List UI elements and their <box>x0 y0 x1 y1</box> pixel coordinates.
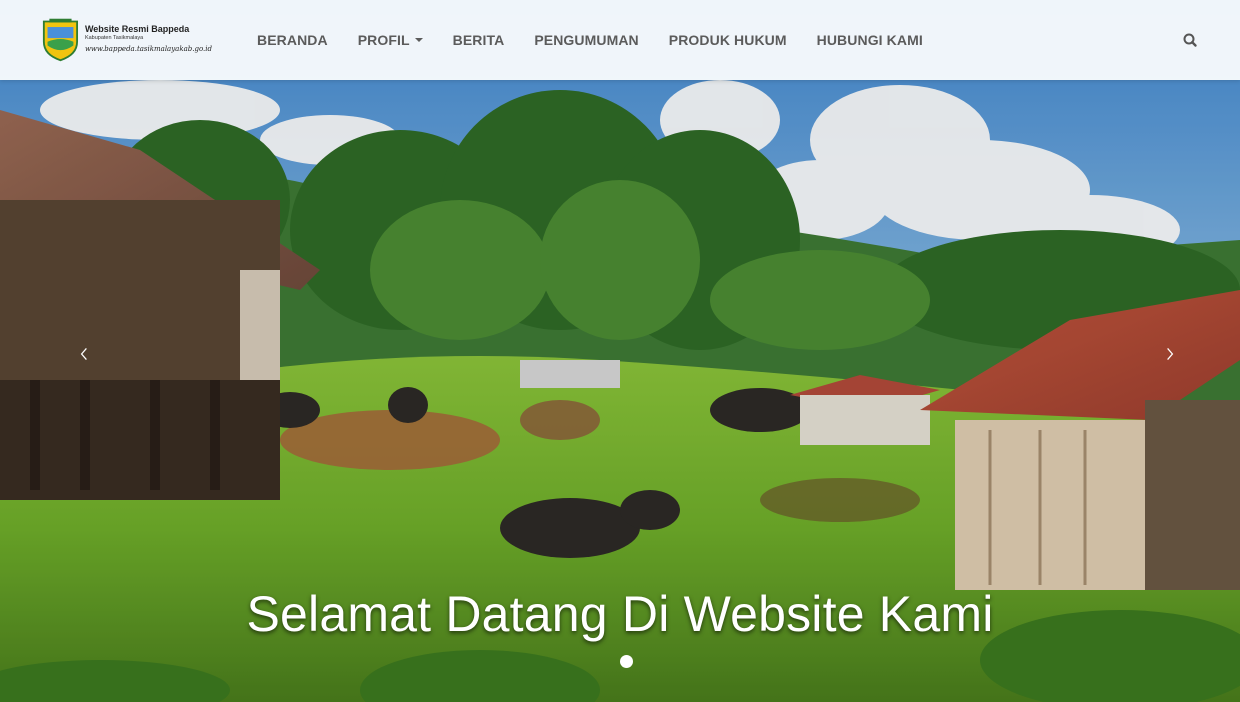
caret-down-icon <box>414 38 423 42</box>
top-navbar: Website Resmi Bappeda Kabupaten Tasikmal… <box>0 0 1240 80</box>
chevron-left-icon <box>80 347 87 361</box>
tasikmalaya-emblem-icon <box>42 18 79 61</box>
nav-item-profil[interactable]: PROFIL <box>343 32 438 48</box>
brand-text: Website Resmi Bappeda Kabupaten Tasikmal… <box>84 23 212 54</box>
carousel-indicator-active[interactable] <box>620 655 633 668</box>
nav-item-label: BERANDA <box>257 32 328 48</box>
main-menu: BERANDA PROFIL BERITA PENGUMUMAN PRODUK … <box>242 0 938 80</box>
nav-item-label: PRODUK HUKUM <box>668 32 787 48</box>
carousel-next-button[interactable] <box>1158 340 1182 368</box>
nav-item-berita[interactable]: BERITA <box>438 32 520 48</box>
nav-item-produk-hukum[interactable]: PRODUK HUKUM <box>654 32 802 48</box>
carousel-prev-button[interactable] <box>72 340 96 368</box>
brand-url: www.bappeda.tasikmalayakab.go.id <box>84 45 212 54</box>
nav-item-label: PENGUMUMAN <box>534 32 639 48</box>
brand-logo-link[interactable]: Website Resmi Bappeda Kabupaten Tasikmal… <box>42 14 212 64</box>
nav-item-beranda[interactable]: BERANDA <box>242 32 343 48</box>
nav-item-label: PROFIL <box>357 32 410 48</box>
nav-item-pengumuman[interactable]: PENGUMUMAN <box>519 32 653 48</box>
nav-item-label: HUBUNGI KAMI <box>816 32 923 48</box>
brand-title: Website Resmi Bappeda <box>84 23 190 34</box>
search-icon <box>1183 33 1197 47</box>
search-button[interactable] <box>1180 30 1200 50</box>
chevron-right-icon <box>1167 347 1174 361</box>
carousel-caption: Selamat Datang Di Website Kami <box>246 586 994 642</box>
nav-item-hubungi-kami[interactable]: HUBUNGI KAMI <box>802 32 938 48</box>
nav-item-label: BERITA <box>452 32 505 48</box>
brand-subtitle: Kabupaten Tasikmalaya <box>84 34 144 41</box>
